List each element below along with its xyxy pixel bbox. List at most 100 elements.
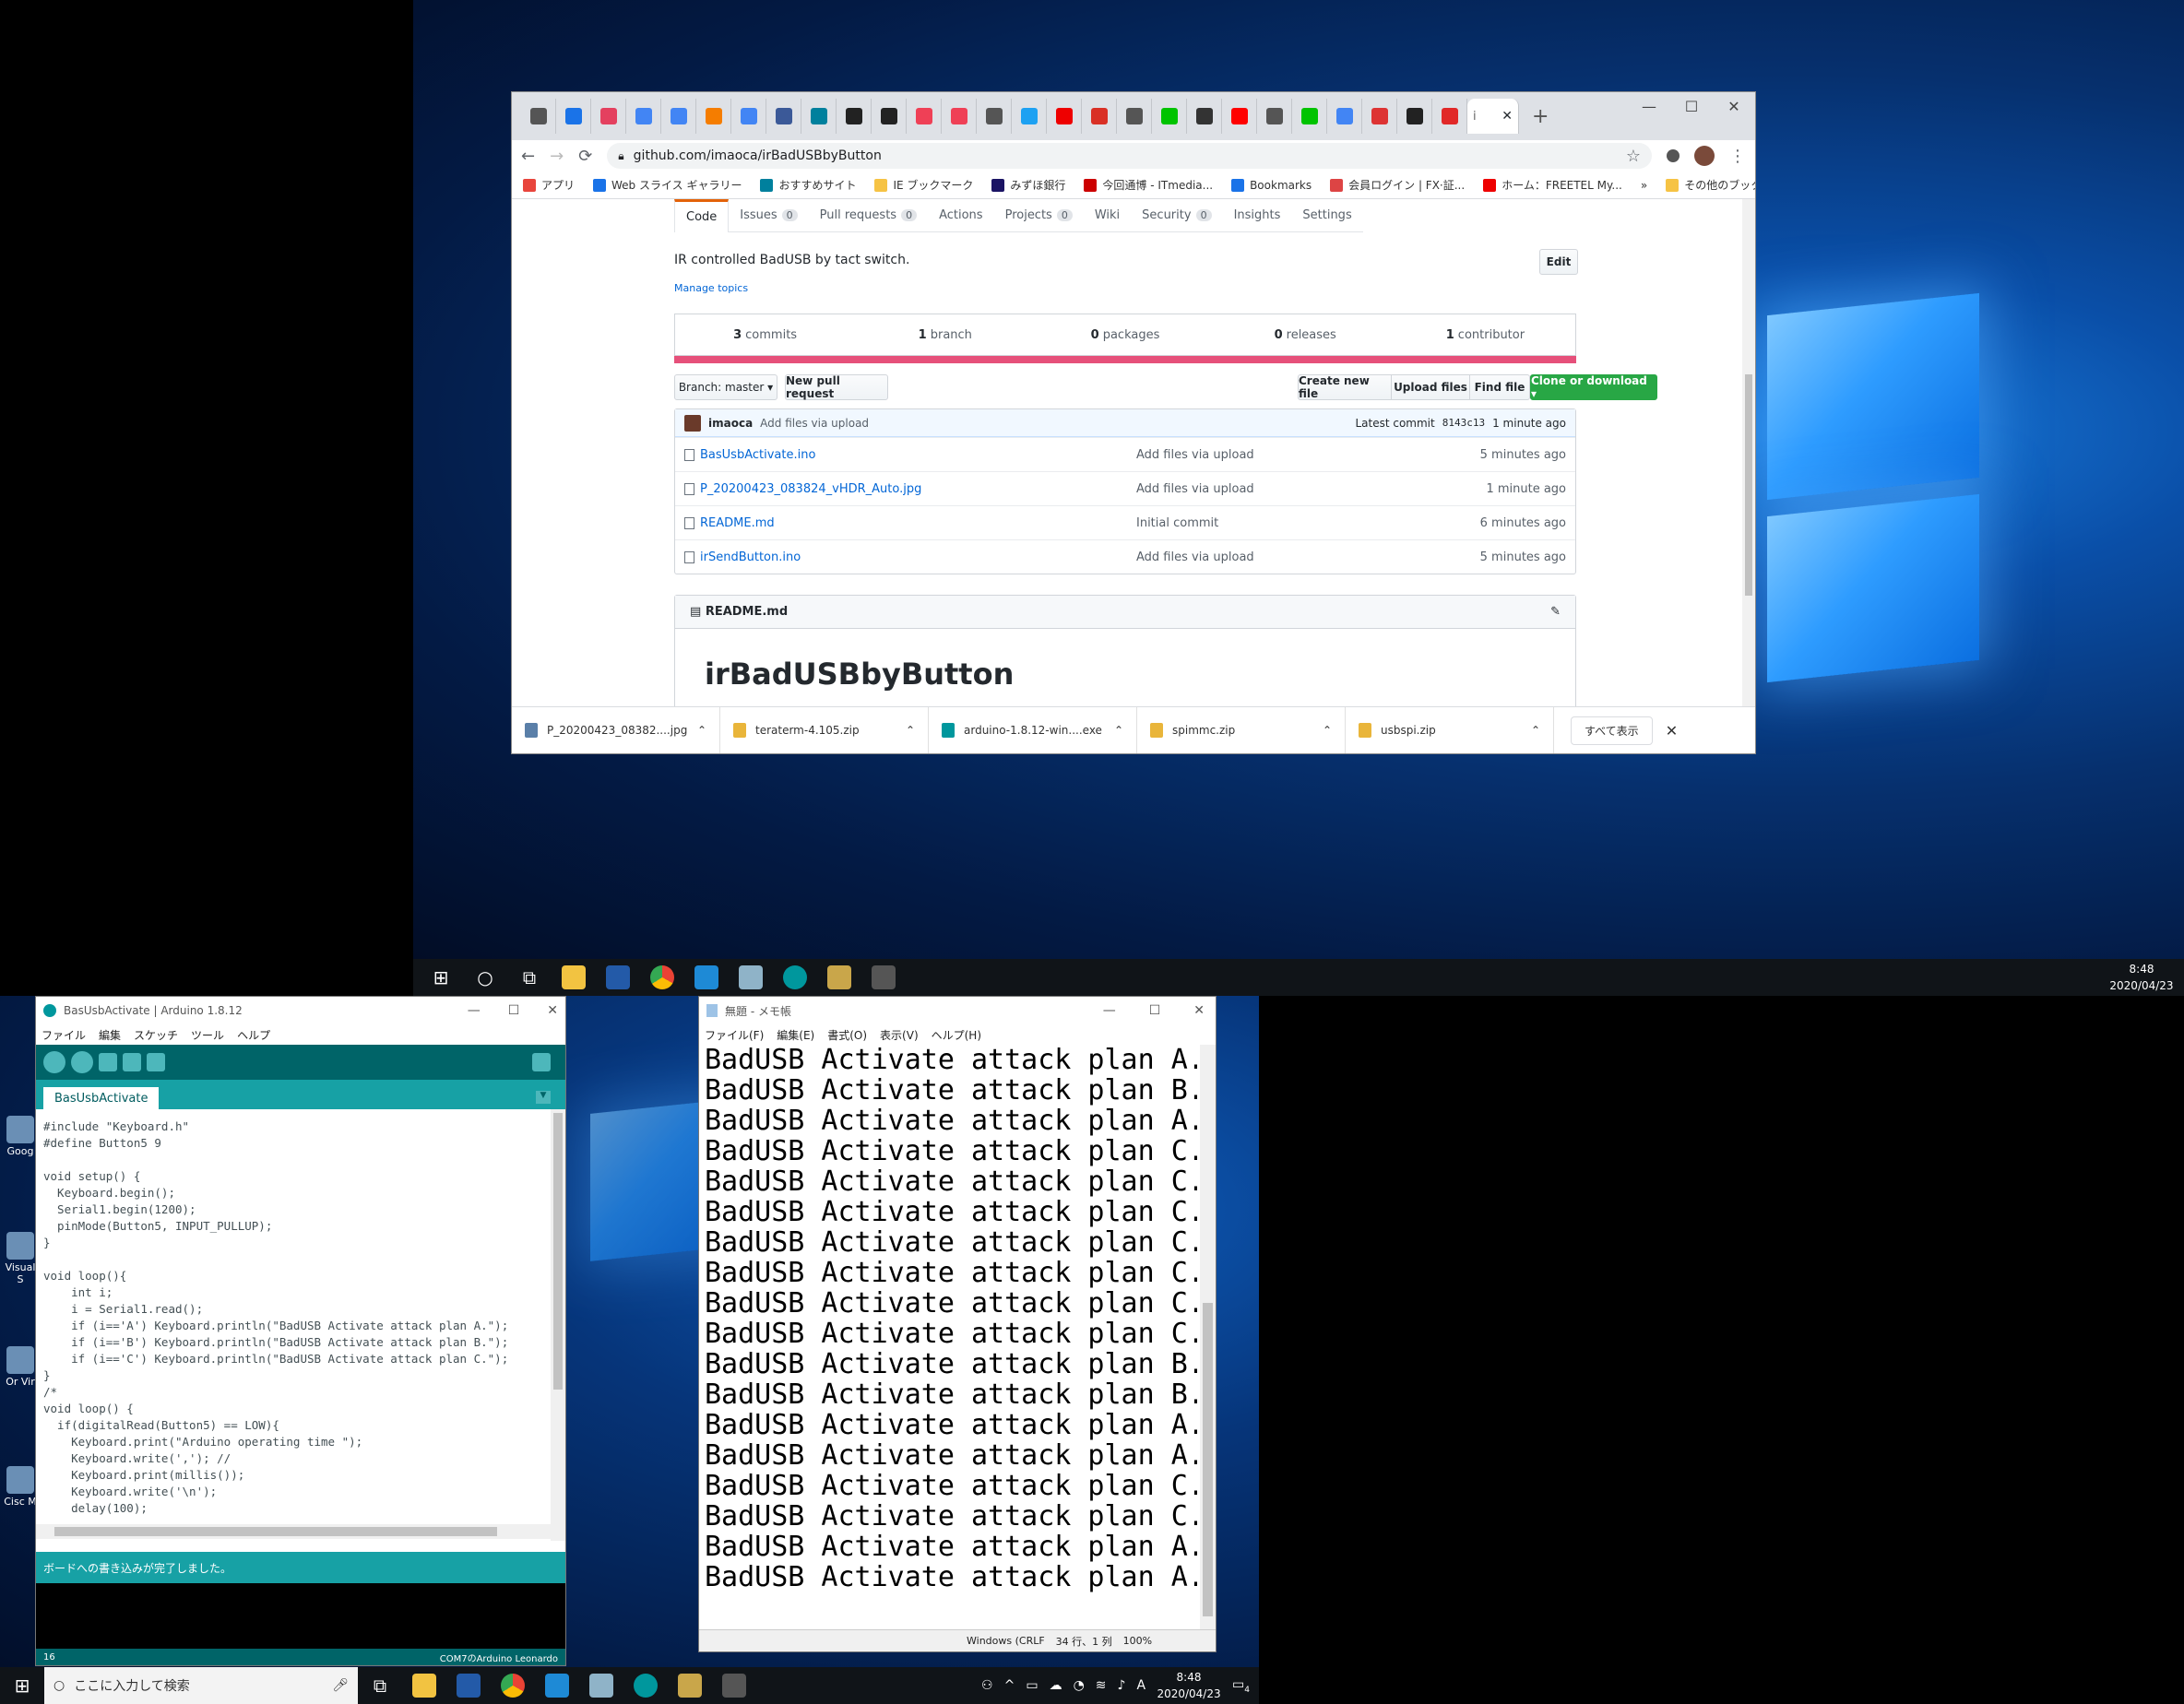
vscode-icon[interactable] [535, 1667, 579, 1704]
menu-item[interactable]: ファイル [42, 1027, 86, 1043]
profile-avatar[interactable] [1694, 146, 1715, 166]
editor-hscrollbar[interactable] [36, 1524, 551, 1539]
vscode-icon[interactable] [684, 959, 729, 996]
serial-monitor-icon[interactable] [532, 1053, 551, 1071]
tab-11[interactable] [907, 99, 942, 134]
open-icon[interactable] [123, 1053, 141, 1071]
battery-icon[interactable]: ▭ [1026, 1678, 1038, 1693]
commit-sha[interactable]: 8143c13 [1442, 417, 1485, 429]
tab-8[interactable] [801, 99, 837, 134]
taskbar-clock-top[interactable]: 8:48 2020/04/23 [2105, 961, 2178, 994]
summary-packages[interactable]: 0 packages [1035, 314, 1215, 355]
bookmark-1[interactable]: Web スライス ギャラリー [593, 177, 742, 193]
notepad-scrollbar[interactable] [1200, 1045, 1216, 1629]
download-item[interactable]: usbspi.zip ⌃ [1346, 707, 1554, 753]
bookmark-0[interactable]: アプリ [523, 177, 575, 193]
tab-19[interactable] [1187, 99, 1222, 134]
people-icon[interactable]: ⚇ [981, 1678, 993, 1693]
start-icon[interactable]: ⊞ [0, 1667, 44, 1704]
commit-message[interactable]: Add files via upload [760, 417, 869, 430]
maximize-button[interactable]: ☐ [1149, 1003, 1161, 1018]
tab-23[interactable] [1327, 99, 1362, 134]
calculator-icon[interactable] [861, 959, 906, 996]
menu-item[interactable]: 表示(V) [880, 1027, 919, 1043]
tab-pull-requests[interactable]: Pull requests 0 [808, 199, 929, 232]
new-tab-button[interactable]: + [1532, 105, 1549, 128]
file-commit-message[interactable]: Add files via upload [1136, 448, 1418, 462]
minimize-button[interactable]: — [1628, 92, 1670, 120]
tab-3[interactable] [626, 99, 661, 134]
summary-releases[interactable]: 0 releases [1216, 314, 1395, 355]
new-icon[interactable] [99, 1053, 117, 1071]
chevron-up-icon[interactable]: ⌃ [697, 724, 706, 737]
pencil-icon[interactable]: ✎ [1550, 605, 1561, 619]
powershell-icon[interactable] [596, 959, 640, 996]
menu-item[interactable]: 編集(E) [777, 1027, 814, 1043]
file-commit-message[interactable]: Add files via upload [1136, 550, 1418, 564]
save-icon[interactable] [147, 1053, 165, 1071]
volume-icon[interactable]: ♪ [1118, 1678, 1126, 1693]
desktop-icon[interactable]: Goog [2, 1116, 39, 1157]
bookmark-7[interactable]: 会員ログイン | FX·証... [1330, 177, 1465, 193]
tab-security[interactable]: Security 0 [1131, 199, 1223, 232]
tab-menu-icon[interactable]: ▼ [536, 1091, 551, 1104]
tab-21[interactable] [1257, 99, 1292, 134]
bookmark-4[interactable]: みずほ銀行 [991, 177, 1065, 193]
maximize-button[interactable]: ☐ [508, 1003, 520, 1018]
minimize-button[interactable]: — [468, 1003, 481, 1018]
tab-12[interactable] [942, 99, 977, 134]
tab-5[interactable] [696, 99, 731, 134]
tab-17[interactable] [1117, 99, 1152, 134]
notification-icon[interactable]: ▭4 [1232, 1677, 1250, 1695]
menu-item[interactable]: ヘルプ [237, 1027, 270, 1043]
menu-item[interactable]: ファイル(F) [705, 1027, 764, 1043]
tab-projects[interactable]: Projects 0 [993, 199, 1084, 232]
page-scrollbar[interactable] [1742, 199, 1755, 708]
file-link[interactable]: BasUsbActivate.ino [700, 448, 815, 462]
desktop-icon[interactable]: Or Vir [2, 1346, 39, 1388]
download-item[interactable]: teraterm-4.105.zip ⌃ [720, 707, 929, 753]
minimize-button[interactable]: — [1103, 1003, 1116, 1018]
tab-7[interactable] [766, 99, 801, 134]
manage-topics-link[interactable]: Manage topics [674, 282, 748, 294]
commit-author[interactable]: imaoca [708, 417, 753, 430]
extension-icon[interactable] [1667, 149, 1680, 162]
close-window-button[interactable]: ✕ [1713, 92, 1755, 120]
powershell-icon[interactable] [446, 1667, 491, 1704]
summary-contributor[interactable]: 1 contributor [1395, 314, 1575, 355]
bookmark-2[interactable]: おすすめサイト [760, 177, 856, 193]
file-link[interactable]: README.md [700, 516, 775, 530]
tab-25[interactable] [1397, 99, 1432, 134]
tab-14[interactable] [1012, 99, 1047, 134]
file-link[interactable]: irSendButton.ino [700, 550, 801, 564]
verify-icon[interactable] [43, 1051, 65, 1073]
editor-scrollbar[interactable] [551, 1109, 565, 1541]
tab-18[interactable] [1152, 99, 1187, 134]
file-commit-message[interactable]: Initial commit [1136, 516, 1418, 530]
branch-select[interactable]: Branch: master ▾ [674, 374, 777, 400]
file-link[interactable]: P_20200423_083824_vHDR_Auto.jpg [700, 482, 921, 496]
tab-1[interactable] [556, 99, 591, 134]
tab-9[interactable] [837, 99, 872, 134]
forward-icon[interactable]: → [550, 147, 564, 166]
clone-download-button[interactable]: Clone or download ▾ [1530, 374, 1657, 400]
task-view-icon[interactable]: ⧉ [358, 1667, 402, 1704]
bookmark-5[interactable]: 今回通博 - ITmedia... [1084, 177, 1213, 193]
menu-item[interactable]: ヘルプ(H) [932, 1027, 981, 1043]
close-button[interactable]: ✕ [547, 1003, 558, 1018]
tab-wiki[interactable]: Wiki [1083, 199, 1132, 232]
bookmarks-more[interactable]: » [1641, 179, 1647, 192]
chevron-up-icon[interactable]: ⌃ [906, 724, 915, 737]
menu-icon[interactable]: ⋮ [1729, 147, 1746, 166]
chrome-icon[interactable] [640, 959, 684, 996]
other-bookmarks[interactable]: その他のブックマーク [1666, 177, 1755, 193]
ime-indicator[interactable]: A [1136, 1678, 1145, 1693]
arduino-icon[interactable] [773, 959, 817, 996]
wifi-icon[interactable]: ≋ [1096, 1678, 1107, 1693]
menu-item[interactable]: 編集 [99, 1027, 121, 1043]
taskbar-clock-bottom[interactable]: 8:48 2020/04/23 [1157, 1669, 1221, 1702]
microphone-icon[interactable]: 🎤︎ [332, 1678, 349, 1693]
start-icon[interactable]: ⊞ [419, 959, 463, 996]
active-tab[interactable]: i ✕ [1467, 99, 1519, 134]
tab-0[interactable] [521, 99, 556, 134]
